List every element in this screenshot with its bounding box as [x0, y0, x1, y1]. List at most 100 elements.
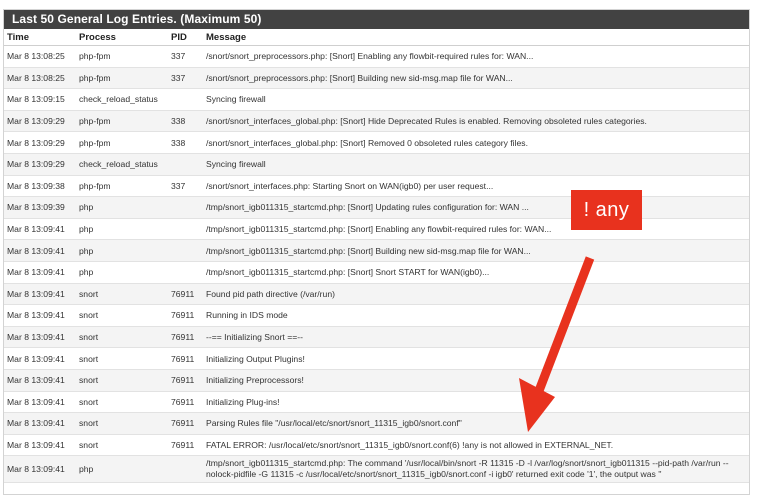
log-pid: 76911 [168, 412, 203, 435]
log-message: Initializing Preprocessors! [203, 369, 749, 392]
log-time: Mar 8 13:09:41 [4, 455, 76, 484]
log-time: Mar 8 13:09:41 [4, 218, 76, 241]
table-header-row: Time Process PID Message [4, 29, 749, 46]
log-pid [168, 218, 203, 241]
table-row: Mar 8 13:08:25 php-fpm 337/snort/snort_pre… [4, 67, 749, 90]
log-process: php-fpm [76, 110, 168, 133]
log-process: check_reload_status [76, 153, 168, 176]
log-pid: 337 [168, 175, 203, 198]
log-time: Mar 8 13:09:41 [4, 326, 76, 349]
log-time: Mar 8 13:09:41 [4, 283, 76, 306]
column-header-pid[interactable]: PID [168, 29, 203, 46]
log-process: check_reload_status [76, 88, 168, 111]
log-message: /tmp/snort_igb011315_startcmd.php: [Snor… [203, 196, 749, 219]
log-time: Mar 8 13:09:41 [4, 434, 76, 457]
log-message: /snort/snort_preprocessors.php: [Snort] … [203, 45, 749, 68]
system-log-panel: Last 50 General Log Entries. (Maximum 50… [3, 9, 750, 495]
log-body: Mar 8 13:08:25 php-fpm 337/snort/snort_pre… [4, 45, 749, 484]
log-message: /tmp/snort_igb011315_startcmd.php: [Snor… [203, 218, 749, 241]
table-row: Mar 8 13:09:29 php-fpm 338/snort/snort_int… [4, 131, 749, 154]
log-pid [168, 196, 203, 219]
log-time: Mar 8 13:09:29 [4, 110, 76, 133]
log-pid: 76911 [168, 304, 203, 327]
log-pid: 76911 [168, 369, 203, 392]
log-message: Found pid path directive (/var/run) [203, 283, 749, 306]
table-row: Mar 8 13:09:41 snort 76911 Initializing Out… [4, 347, 749, 370]
log-time: Mar 8 13:09:41 [4, 369, 76, 392]
log-pid: 338 [168, 110, 203, 133]
log-pid: 76911 [168, 326, 203, 349]
table-row: Mar 8 13:09:41 php/tmp/snort_igb011315_st… [4, 455, 749, 484]
log-message: /tmp/snort_igb011315_startcmd.php: The c… [203, 455, 749, 484]
log-pid [168, 153, 203, 176]
log-process: php [76, 239, 168, 262]
table-row: Mar 8 13:09:41 snort 76911 Parsing Rules fi… [4, 412, 749, 435]
log-pid: 76911 [168, 434, 203, 457]
log-time: Mar 8 13:09:41 [4, 412, 76, 435]
column-header-process[interactable]: Process [76, 29, 168, 46]
log-pid: 338 [168, 131, 203, 154]
table-row: Mar 8 13:09:41 php/tmp/snort_igb011315_st… [4, 261, 749, 284]
table-row: Mar 8 13:09:41 php/tmp/snort_igb011315_st… [4, 239, 749, 262]
log-time: Mar 8 13:09:39 [4, 196, 76, 219]
log-message: Initializing Output Plugins! [203, 347, 749, 370]
table-row: Mar 8 13:09:15 check_reload_status Syncing… [4, 88, 749, 111]
log-time: Mar 8 13:08:25 [4, 67, 76, 90]
log-time: Mar 8 13:09:38 [4, 175, 76, 198]
log-process: snort [76, 412, 168, 435]
log-time: Mar 8 13:09:29 [4, 131, 76, 154]
log-message: /snort/snort_interfaces_global.php: [Sno… [203, 131, 749, 154]
log-time: Mar 8 13:09:29 [4, 153, 76, 176]
log-message: /tmp/snort_igb011315_startcmd.php: [Snor… [203, 239, 749, 262]
log-message: FATAL ERROR: /usr/local/etc/snort/snort_… [203, 434, 749, 457]
log-message: /snort/snort_preprocessors.php: [Snort] … [203, 67, 749, 90]
log-process: php-fpm [76, 45, 168, 68]
log-process: snort [76, 369, 168, 392]
column-header-message[interactable]: Message [203, 29, 749, 46]
log-pid: 337 [168, 67, 203, 90]
log-message: Parsing Rules file "/usr/local/etc/snort… [203, 412, 749, 435]
log-pid [168, 455, 203, 484]
log-message: --== Initializing Snort ==-- [203, 326, 749, 349]
table-row: Mar 8 13:09:41 snort 76911 --== Initializin… [4, 326, 749, 349]
log-message: /snort/snort_interfaces_global.php: [Sno… [203, 110, 749, 133]
log-pid [168, 88, 203, 111]
log-pid: 337 [168, 45, 203, 68]
log-process: php-fpm [76, 67, 168, 90]
log-message: /snort/snort_interfaces.php: Starting Sn… [203, 175, 749, 198]
log-time: Mar 8 13:09:41 [4, 347, 76, 370]
panel-title: Last 50 General Log Entries. (Maximum 50… [4, 10, 749, 29]
log-message: Initializing Plug-ins! [203, 391, 749, 414]
log-message: /tmp/snort_igb011315_startcmd.php: [Snor… [203, 261, 749, 284]
table-row: Mar 8 13:09:41 snort 76911 Initializing Plu… [4, 391, 749, 414]
log-time: Mar 8 13:09:41 [4, 261, 76, 284]
log-pid [168, 261, 203, 284]
log-time: Mar 8 13:08:25 [4, 45, 76, 68]
table-row: Mar 8 13:08:25 php-fpm 337/snort/snort_pre… [4, 45, 749, 68]
log-pid: 76911 [168, 283, 203, 306]
table-row: Mar 8 13:09:41 snort 76911 Initializing Pre… [4, 369, 749, 392]
table-row: Mar 8 13:09:41 snort 76911 Found pid path d… [4, 283, 749, 306]
log-process: snort [76, 347, 168, 370]
log-process: snort [76, 304, 168, 327]
table-row: Mar 8 13:09:29 check_reload_status Syncing… [4, 153, 749, 176]
log-message: Syncing firewall [203, 88, 749, 111]
log-time: Mar 8 13:09:41 [4, 391, 76, 414]
log-process: php [76, 196, 168, 219]
table-row: Mar 8 13:09:41 snort 76911 Running in IDS m… [4, 304, 749, 327]
log-table: Time Process PID Message Mar 8 13:08:25 p… [4, 29, 749, 484]
log-message: Syncing firewall [203, 153, 749, 176]
log-process: snort [76, 434, 168, 457]
log-process: php [76, 261, 168, 284]
table-row: Mar 8 13:09:41 snort 76911 FATAL ERROR: /us… [4, 434, 749, 457]
log-pid: 76911 [168, 391, 203, 414]
log-process: php [76, 455, 168, 484]
log-message: Running in IDS mode [203, 304, 749, 327]
annotation-label: ! any [571, 190, 642, 230]
log-pid [168, 239, 203, 262]
log-time: Mar 8 13:09:41 [4, 304, 76, 327]
log-process: snort [76, 326, 168, 349]
log-process: snort [76, 283, 168, 306]
log-time: Mar 8 13:09:15 [4, 88, 76, 111]
column-header-time[interactable]: Time [4, 29, 76, 46]
